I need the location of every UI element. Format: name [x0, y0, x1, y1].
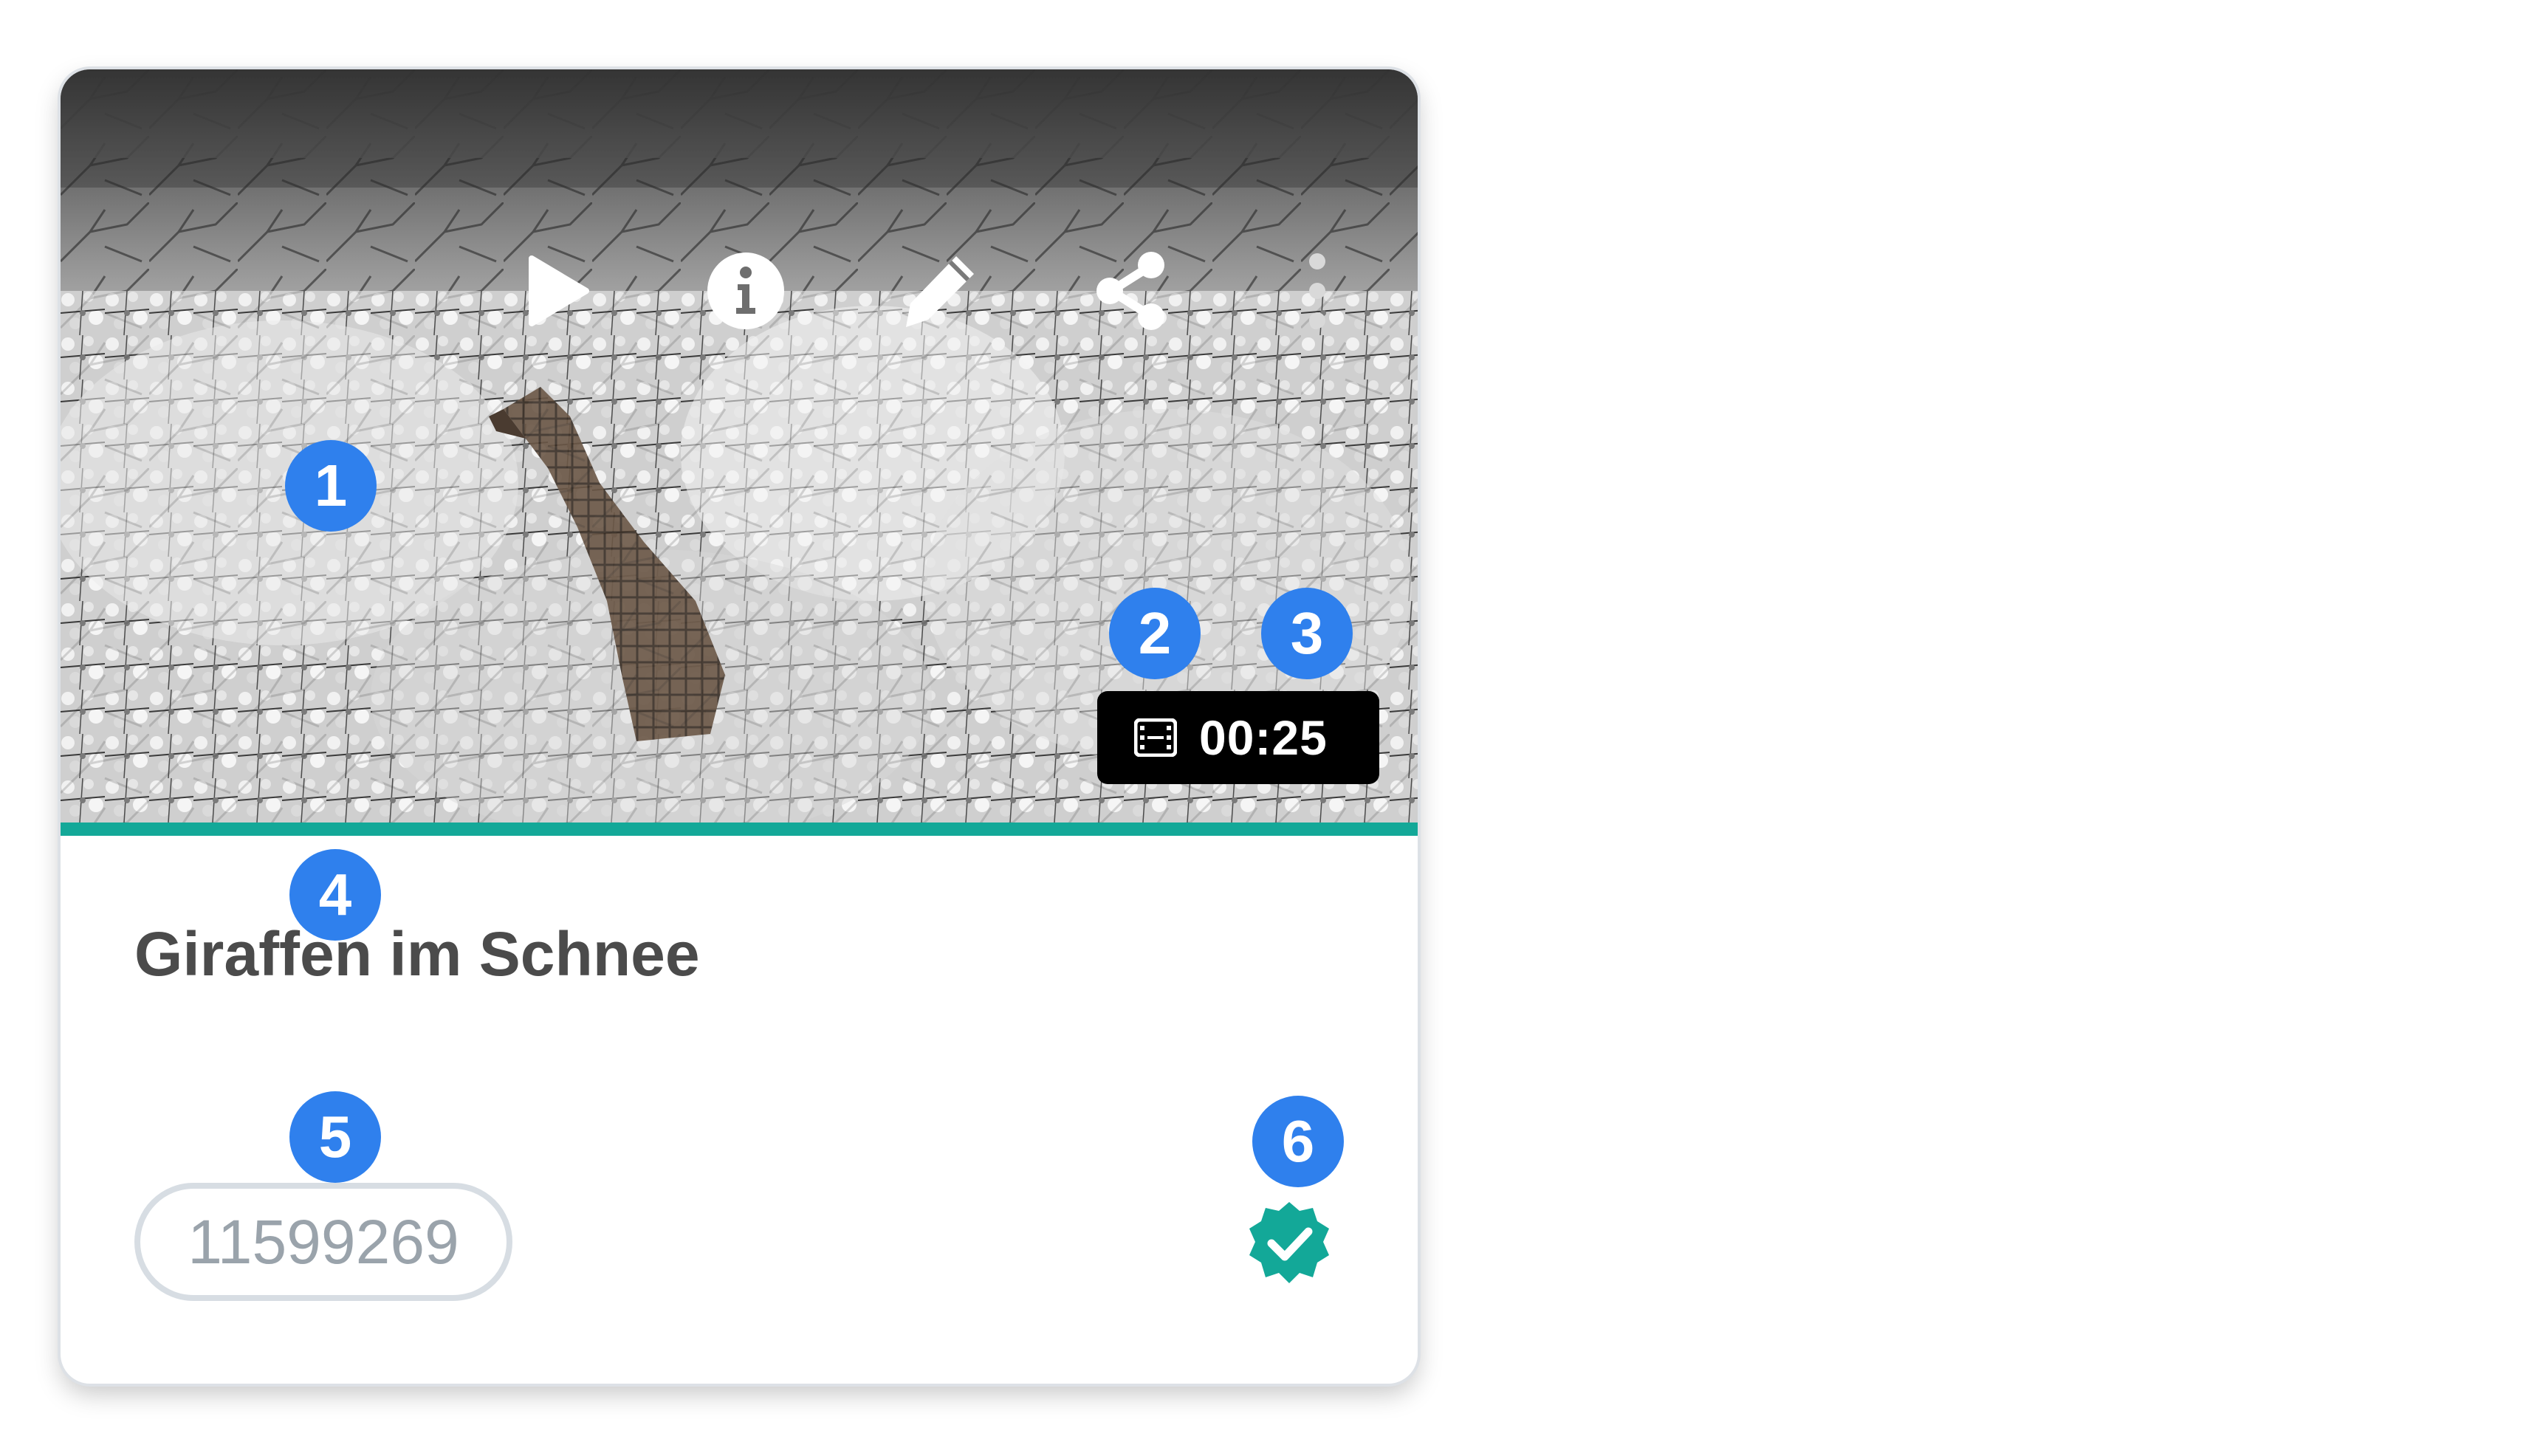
duration-text: 00:25: [1199, 710, 1328, 765]
more-options-button[interactable]: [1266, 239, 1369, 343]
annotation-marker: 4: [289, 849, 381, 941]
annotation-marker: 6: [1252, 1096, 1344, 1187]
media-card[interactable]: 00:25 Giraffen im Schnee 11599269: [61, 69, 1418, 1384]
video-thumbnail[interactable]: 00:25: [61, 69, 1418, 823]
progress-fill: [61, 823, 1418, 836]
annotation-marker: 2: [1109, 588, 1201, 679]
thumbnail-toolbar: [61, 239, 1418, 343]
film-icon: [1134, 718, 1177, 757]
edit-button[interactable]: [888, 239, 991, 343]
duration-badge: 00:25: [1097, 691, 1379, 784]
info-button[interactable]: [694, 239, 797, 343]
verified-badge-icon: [1249, 1202, 1329, 1283]
play-button[interactable]: [504, 239, 607, 343]
share-icon: [1096, 252, 1164, 330]
pencil-icon: [906, 256, 974, 327]
annotation-marker: 3: [1261, 588, 1353, 679]
info-icon: [707, 253, 784, 329]
play-icon: [529, 255, 589, 326]
annotation-marker: 5: [289, 1091, 381, 1183]
annotation-marker: 1: [285, 440, 377, 532]
progress-bar: [61, 823, 1418, 836]
more-vertical-icon: [1309, 253, 1325, 329]
media-id-badge[interactable]: 11599269: [134, 1183, 512, 1301]
share-button[interactable]: [1080, 239, 1183, 343]
media-title[interactable]: Giraffen im Schnee: [134, 918, 700, 990]
